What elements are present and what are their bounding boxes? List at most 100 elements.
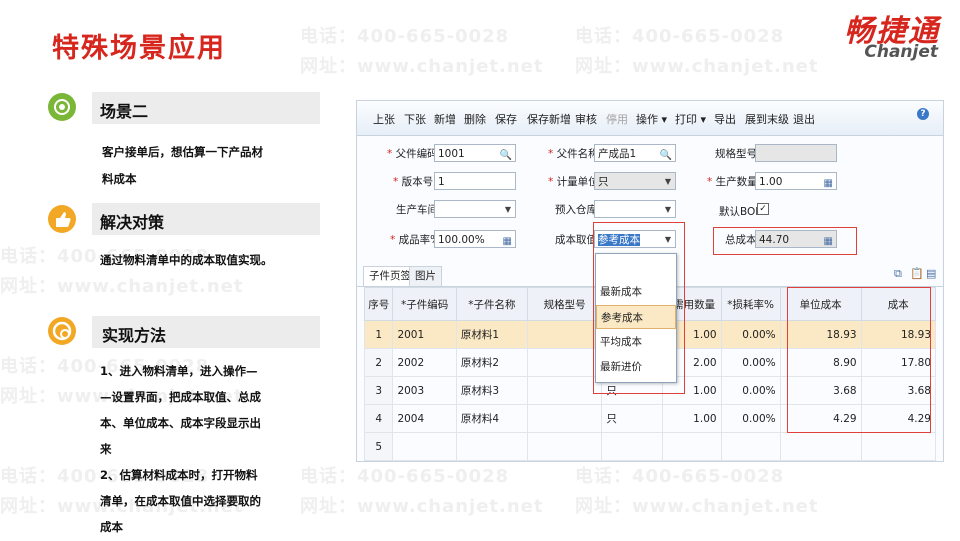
cell-name[interactable]: 原材料1	[455, 320, 528, 349]
expand-to-last-button[interactable]: 展到末级	[745, 111, 789, 127]
exit-button[interactable]: 退出	[793, 111, 815, 127]
cell-spec[interactable]	[526, 404, 603, 433]
cell-name[interactable]	[455, 432, 528, 461]
dropdown-option-latest-cost[interactable]: 最新成本	[596, 280, 676, 304]
cell-qty[interactable]	[661, 432, 722, 461]
next-button[interactable]: 下张	[404, 111, 426, 127]
cell-name[interactable]: 原材料2	[455, 348, 528, 377]
cell-cost[interactable]	[860, 432, 937, 461]
spec-label: 规格型号	[715, 148, 757, 160]
cell-name[interactable]: 原材料3	[455, 376, 528, 405]
col-header-index[interactable]: 序号	[363, 287, 394, 321]
cost-columns-highlight-box	[787, 287, 931, 433]
save-and-add-button[interactable]: 保存新增	[527, 111, 571, 127]
warehouse-label: 预入仓库	[555, 204, 597, 216]
scenario-text-line: 料成本	[102, 172, 137, 186]
audit-button[interactable]: 审核	[575, 111, 597, 127]
search-icon[interactable]: 🔍	[500, 147, 512, 161]
col-header-name[interactable]: *子件名称	[455, 287, 528, 321]
export-button[interactable]: 导出	[714, 111, 736, 127]
cell-loss[interactable]: 0.00%	[720, 320, 781, 349]
calculator-icon[interactable]: ▦	[824, 175, 833, 189]
version-input[interactable]: 1	[434, 172, 516, 190]
parent-code-input[interactable]: 1001 🔍	[434, 144, 516, 162]
method-text-line: 2、估算材料成本时，打开物料	[100, 468, 258, 482]
unit-select[interactable]: 只 ▼	[594, 172, 676, 190]
solution-title: 解决对策	[100, 213, 165, 232]
cell-code[interactable]: 2003	[392, 376, 457, 405]
disable-button[interactable]: 停用	[606, 111, 628, 127]
calculator-icon[interactable]: ▦	[503, 233, 512, 247]
cell-code[interactable]: 2002	[392, 348, 457, 377]
cell-unit[interactable]: 只	[601, 404, 663, 433]
parent-code-label: * 父件编码	[387, 148, 438, 160]
dropdown-option-reference-cost[interactable]: 参考成本	[596, 305, 676, 329]
workshop-label: 生产车间	[396, 204, 438, 216]
cell-spec[interactable]	[526, 348, 603, 377]
cell-code[interactable]: 2001	[392, 320, 457, 349]
operation-menu-button[interactable]: 操作 ▾	[636, 111, 667, 127]
slide-title: 特殊场景应用	[52, 33, 226, 64]
scenario-title: 场景二	[100, 102, 149, 121]
col-header-code[interactable]: *子件编码	[392, 287, 457, 321]
watermark-site: 网址：www.chanjet.net	[0, 276, 244, 297]
watermark-phone: 电话：400-665-0028	[575, 26, 785, 47]
method-text-line: 1、进入物料清单，进入操作—	[100, 364, 258, 378]
cell-loss[interactable]	[720, 432, 781, 461]
col-header-loss[interactable]: *损耗率%	[720, 287, 781, 321]
warehouse-select[interactable]: ▼	[594, 200, 676, 218]
bom-app-window: 上张 下张 新增 删除 保存 保存新增 审核 停用 操作 ▾ 打印 ▾ 导出 展…	[356, 100, 944, 462]
method-text-line: —设置界面，把成本取值、总成	[100, 390, 261, 404]
default-bom-checkbox[interactable]: ✓	[757, 203, 769, 215]
tab-images[interactable]: 图片	[409, 266, 442, 286]
add-button[interactable]: 新增	[434, 111, 456, 127]
save-button[interactable]: 保存	[495, 111, 517, 127]
cell-loss[interactable]: 0.00%	[720, 348, 781, 377]
total-cost-highlight-box	[713, 227, 857, 255]
qty-input[interactable]: 1.00 ▦	[755, 172, 837, 190]
chevron-down-icon: ▼	[664, 177, 671, 186]
col-header-spec[interactable]: 规格型号	[526, 287, 603, 321]
cell-loss[interactable]: 0.00%	[720, 376, 781, 405]
chanjet-logo: 畅捷通 Chanjet	[778, 6, 948, 62]
thumbs-up-icon	[48, 205, 76, 233]
cell-spec[interactable]	[526, 376, 603, 405]
toolbar: 上张 下张 新增 删除 保存 保存新增 审核 停用 操作 ▾ 打印 ▾ 导出 展…	[357, 101, 943, 136]
logo-english: Chanjet	[864, 42, 938, 62]
workshop-select[interactable]: ▼	[434, 200, 516, 218]
parent-name-input[interactable]: 产成品1 🔍	[594, 144, 676, 162]
search-icon[interactable]: 🔍	[660, 147, 672, 161]
help-icon[interactable]: ?	[917, 108, 929, 120]
dropdown-option-latest-price[interactable]: 最新进价	[596, 355, 676, 379]
cell-spec[interactable]	[526, 320, 603, 349]
method-icon	[48, 317, 76, 345]
cost-source-label: 成本取值	[555, 234, 597, 246]
spec-input[interactable]	[755, 144, 837, 162]
cell-code[interactable]: 2004	[392, 404, 457, 433]
cell-unit[interactable]	[601, 432, 663, 461]
yield-input[interactable]: 100.00% ▦	[434, 230, 516, 248]
excel-icon[interactable]: ▤	[926, 267, 936, 280]
table-row[interactable]: 5	[363, 432, 937, 461]
cell-name[interactable]: 原材料4	[455, 404, 528, 433]
cell-spec[interactable]	[526, 432, 603, 461]
prev-button[interactable]: 上张	[373, 111, 395, 127]
watermark-phone: 电话：400-665-0028	[575, 466, 785, 487]
cell-index: 4	[363, 404, 394, 433]
cell-qty[interactable]: 1.00	[661, 404, 722, 433]
cell-unit-cost[interactable]	[779, 432, 862, 461]
parent-name-label: * 父件名称	[548, 148, 599, 160]
qty-label: * 生产数量	[707, 176, 758, 188]
unit-label: * 计量单位	[548, 176, 599, 188]
watermark-site: 网址：www.chanjet.net	[300, 496, 544, 517]
delete-button[interactable]: 删除	[464, 111, 486, 127]
cell-loss[interactable]: 0.00%	[720, 404, 781, 433]
print-menu-button[interactable]: 打印 ▾	[675, 111, 706, 127]
cost-source-dropdown: 最新成本 参考成本 平均成本 最新进价	[595, 253, 677, 383]
method-text-line: 清单，在成本取值中选择要取的	[100, 494, 261, 508]
chevron-down-icon: ▼	[664, 205, 671, 214]
dropdown-option-average-cost[interactable]: 平均成本	[596, 330, 676, 354]
copy-icon[interactable]: ⧉	[894, 267, 902, 281]
cell-code[interactable]	[392, 432, 457, 461]
paste-icon[interactable]: 📋	[910, 267, 924, 280]
